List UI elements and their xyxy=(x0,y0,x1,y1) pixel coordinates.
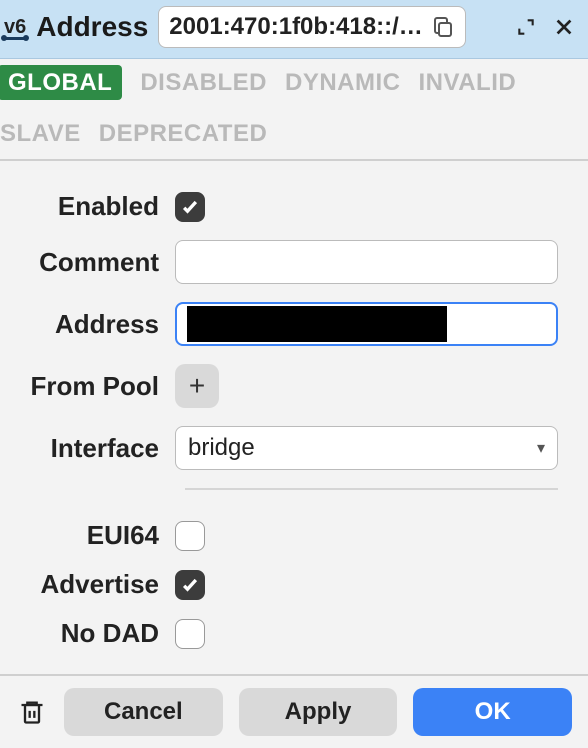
close-icon[interactable] xyxy=(550,13,578,41)
eui64-label: EUI64 xyxy=(0,520,175,551)
expand-icon[interactable] xyxy=(512,13,540,41)
dialog-footer: Cancel Apply OK xyxy=(0,674,588,748)
page-title: Address xyxy=(36,11,148,43)
interface-label: Interface xyxy=(0,433,175,464)
no-dad-checkbox[interactable] xyxy=(175,619,205,649)
chevron-down-icon: ▾ xyxy=(537,438,545,458)
from-pool-add-button[interactable]: + xyxy=(175,364,219,408)
title-address-text: 2001:470:1f0b:418::/… xyxy=(169,13,422,41)
form-divider xyxy=(185,488,558,490)
eui64-checkbox[interactable] xyxy=(175,521,205,551)
address-form: Enabled Comment Address From Pool + Inte… xyxy=(0,161,588,649)
status-disabled: DISABLED xyxy=(140,67,267,98)
status-global: GLOBAL xyxy=(0,65,122,100)
comment-input[interactable] xyxy=(175,240,558,284)
ok-button[interactable]: OK xyxy=(413,688,572,736)
address-label: Address xyxy=(0,309,175,340)
advertise-label: Advertise xyxy=(0,569,175,600)
status-invalid: INVALID xyxy=(419,67,517,98)
interface-value: bridge xyxy=(188,434,255,462)
titlebar: v6 Address 2001:470:1f0b:418::/… xyxy=(0,0,588,59)
enabled-label: Enabled xyxy=(0,191,175,222)
status-deprecated: DEPRECATED xyxy=(99,118,268,149)
title-address-pill: 2001:470:1f0b:418::/… xyxy=(158,6,465,48)
interface-select[interactable]: bridge ▾ xyxy=(175,426,558,470)
ipv6-icon: v6 xyxy=(4,15,26,40)
status-dynamic: DYNAMIC xyxy=(285,67,401,98)
enabled-checkbox[interactable] xyxy=(175,192,205,222)
status-slave: SLAVE xyxy=(0,118,81,149)
from-pool-label: From Pool xyxy=(0,371,175,402)
address-input[interactable] xyxy=(175,302,558,346)
advertise-checkbox[interactable] xyxy=(175,570,205,600)
status-strip: GLOBAL DISABLED DYNAMIC INVALID SLAVE DE… xyxy=(0,59,588,161)
cancel-button[interactable]: Cancel xyxy=(64,688,223,736)
apply-button[interactable]: Apply xyxy=(239,688,398,736)
copy-icon[interactable] xyxy=(431,15,455,39)
delete-button[interactable] xyxy=(16,696,48,728)
comment-label: Comment xyxy=(0,247,175,278)
no-dad-label: No DAD xyxy=(0,618,175,649)
plus-icon: + xyxy=(189,370,205,402)
